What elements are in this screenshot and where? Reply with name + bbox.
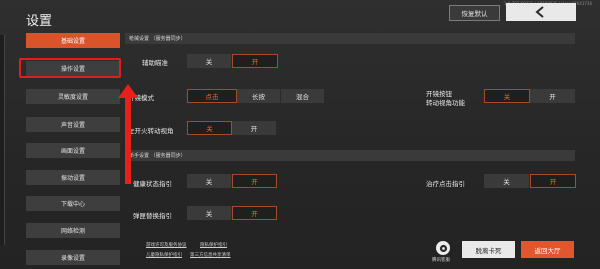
scope-mode-tap[interactable]: 点击 xyxy=(187,89,237,103)
heal-guide-on[interactable]: 开 xyxy=(530,174,576,188)
scope-button-view-on[interactable]: 开 xyxy=(530,89,576,103)
customer-service-button[interactable] xyxy=(436,241,450,255)
chevron-left-icon xyxy=(535,6,544,18)
sidebar-item-download[interactable]: 下载中心 xyxy=(26,196,120,211)
aim-assist-toggle: 关 开 xyxy=(187,54,278,68)
sidebar-item-network[interactable]: 网络检测 xyxy=(26,223,120,238)
aim-assist-label: 辅助瞄准 xyxy=(142,59,168,67)
left-edge-bar xyxy=(0,35,5,245)
fire-turn-view-on[interactable]: 开 xyxy=(232,121,277,135)
health-guide-toggle: 关 开 xyxy=(187,174,277,188)
ammo-guide-on[interactable]: 开 xyxy=(232,206,277,220)
scope-mode-selector: 点击 长按 混合 xyxy=(187,89,325,103)
scope-mode-hold[interactable]: 长按 xyxy=(237,89,281,103)
health-guide-off[interactable]: 关 xyxy=(187,174,232,188)
customer-service-label: 腾讯客服 xyxy=(432,258,450,263)
health-guide-label: 健康状态指引 xyxy=(133,180,172,188)
health-guide-on[interactable]: 开 xyxy=(232,174,277,188)
section-header-gun: 枪械设置 （服务器同步） xyxy=(125,33,575,44)
sidebar-item-sensitivity[interactable]: 灵敏度设置 xyxy=(26,89,120,104)
sidebar-item-replay[interactable]: 录像设置 xyxy=(26,250,120,265)
third-party-link[interactable]: 第三方信息共享清单 xyxy=(190,252,231,258)
reset-default-button[interactable]: 恢复默认 xyxy=(449,5,500,21)
heal-guide-off[interactable]: 关 xyxy=(484,174,530,188)
heal-guide-label: 治疗点击指引 xyxy=(426,180,465,188)
settings-screen: 1.0.702.69321 | 1918002S | Userid7641736… xyxy=(0,0,600,269)
aim-assist-on[interactable]: 开 xyxy=(232,54,278,68)
back-button[interactable] xyxy=(506,3,576,21)
privacy-link[interactable]: 隐私保护指引 xyxy=(200,242,227,248)
fire-turn-view-off[interactable]: 关 xyxy=(187,121,232,135)
ammo-guide-label: 弹匣替换指引 xyxy=(133,212,172,220)
red-arrow-annotation xyxy=(118,84,138,184)
section-header-newbie: 新手设置 （服务器同步） xyxy=(125,150,575,161)
sidebar-item-basic[interactable]: 基础设置 xyxy=(26,33,120,48)
highlight-box xyxy=(19,58,121,78)
scope-button-label-2: 转动视角功能 xyxy=(426,99,465,107)
return-lobby-button[interactable]: 返回大厅 xyxy=(521,241,574,258)
aim-assist-off[interactable]: 关 xyxy=(187,54,232,68)
headset-icon xyxy=(439,244,447,252)
sidebar-item-graphics[interactable]: 画面设置 xyxy=(26,143,120,158)
scope-button-view-off[interactable]: 关 xyxy=(484,89,530,103)
fire-turn-view-toggle: 关 开 xyxy=(187,121,277,135)
ammo-guide-toggle: 关 开 xyxy=(187,206,277,220)
page-title: 设置 xyxy=(26,14,53,29)
scope-mode-mixed[interactable]: 混合 xyxy=(281,89,325,103)
heal-guide-toggle: 关 开 xyxy=(484,174,576,188)
sidebar-item-vibration[interactable]: 振动设置 xyxy=(26,170,120,185)
child-privacy-link[interactable]: 儿童隐私保护指引 xyxy=(146,252,182,258)
ammo-guide-off[interactable]: 关 xyxy=(187,206,232,220)
license-link[interactable]: 游戏许可及服务协议 xyxy=(146,242,187,248)
unstuck-button[interactable]: 脱离卡死 xyxy=(462,241,515,258)
sidebar-item-sound[interactable]: 声音设置 xyxy=(26,117,120,132)
scope-button-view-toggle: 关 开 xyxy=(484,89,576,103)
